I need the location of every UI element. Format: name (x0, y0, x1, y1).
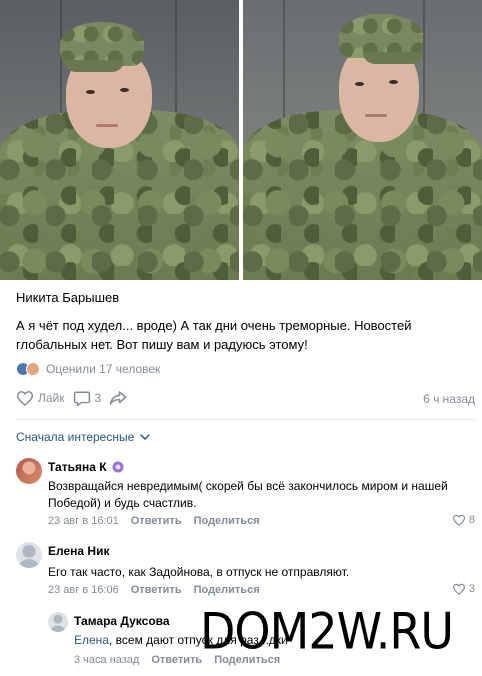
reply-button[interactable]: Ответить (151, 654, 202, 666)
avatar[interactable] (48, 612, 68, 632)
comment-author[interactable]: Татьяна К (48, 460, 124, 474)
comment-author-name: Тамара Дуксова (74, 614, 170, 628)
comment-meta: 23 авг в 16:01 Ответить Поделиться (48, 515, 260, 527)
like-label: Лайк (38, 391, 65, 405)
post-text: А я чёт под худел... вроде) А так дни оч… (16, 316, 478, 354)
comment-text: Возвращайся невредимым( скорей бы всё за… (48, 478, 448, 512)
comment-author[interactable]: Елена Ник (48, 544, 109, 558)
comment-like-button[interactable]: 8 (452, 514, 475, 526)
eye (389, 80, 398, 84)
watermark: DOM2W.RU (200, 602, 453, 660)
comments-count: 3 (95, 391, 102, 405)
comment-author[interactable]: Тамара Дуксова (74, 614, 170, 628)
reply-button[interactable]: Ответить (131, 515, 182, 527)
heart-icon (452, 514, 466, 526)
divider (16, 419, 475, 420)
mouth (365, 114, 387, 117)
comment-date[interactable]: 23 авг в 16:06 (48, 584, 119, 596)
cap-visor (363, 52, 423, 64)
share-button[interactable] (109, 390, 127, 406)
avatar[interactable] (16, 542, 42, 568)
avatar[interactable] (16, 458, 42, 484)
comment-like-button[interactable]: 3 (452, 583, 475, 595)
verified-badge-icon (112, 461, 124, 473)
reply-button[interactable]: Ответить (131, 584, 182, 596)
comment-author-name: Елена Ник (48, 544, 109, 558)
share-icon (109, 390, 127, 406)
share-comment-button[interactable]: Поделиться (194, 515, 260, 527)
comment-like-count: 3 (469, 583, 475, 595)
comment-text: Его так часто, как Задойнова, в отпуск н… (48, 564, 468, 581)
sort-label: Сначала интересные (16, 430, 134, 444)
comment-button[interactable]: 3 (73, 390, 102, 407)
reactions-summary[interactable]: Оценили 17 человек (16, 360, 160, 378)
post-author[interactable]: Никита Барышев (16, 290, 119, 305)
post-actions: Лайк 3 (16, 388, 135, 408)
comment: Елена Ник Его так часто, как Задойнова, … (16, 542, 475, 598)
comment-like-count: 8 (469, 514, 475, 526)
reactions-count: Оценили 17 человек (46, 362, 160, 376)
chevron-down-icon (140, 434, 150, 440)
comment: Татьяна К Возвращайся невредимым( скорей… (16, 458, 475, 530)
post-photos (0, 0, 482, 280)
comments-sort-dropdown[interactable]: Сначала интересные (16, 430, 150, 444)
mouth (96, 124, 118, 127)
cap-visor (64, 60, 124, 72)
share-comment-button[interactable]: Поделиться (194, 584, 260, 596)
comment-date[interactable]: 23 авг в 16:01 (48, 515, 119, 527)
like-button[interactable]: Лайк (16, 390, 65, 406)
comment-icon (73, 390, 91, 407)
eye (355, 82, 364, 86)
heart-icon (452, 583, 466, 595)
post-photo-2[interactable] (243, 0, 482, 280)
comment-author-name: Татьяна К (48, 460, 107, 474)
post-photo-1[interactable] (0, 0, 239, 280)
comment-meta: 23 авг в 16:06 Ответить Поделиться (48, 584, 260, 596)
eye (120, 88, 129, 92)
post-time[interactable]: 6 ч назад (423, 392, 475, 406)
heart-icon (16, 390, 34, 406)
reply-mention[interactable]: Елена (74, 633, 109, 647)
eye (86, 90, 95, 94)
comment-date[interactable]: 3 часа назад (74, 654, 139, 666)
reactor-avatar (26, 362, 40, 376)
